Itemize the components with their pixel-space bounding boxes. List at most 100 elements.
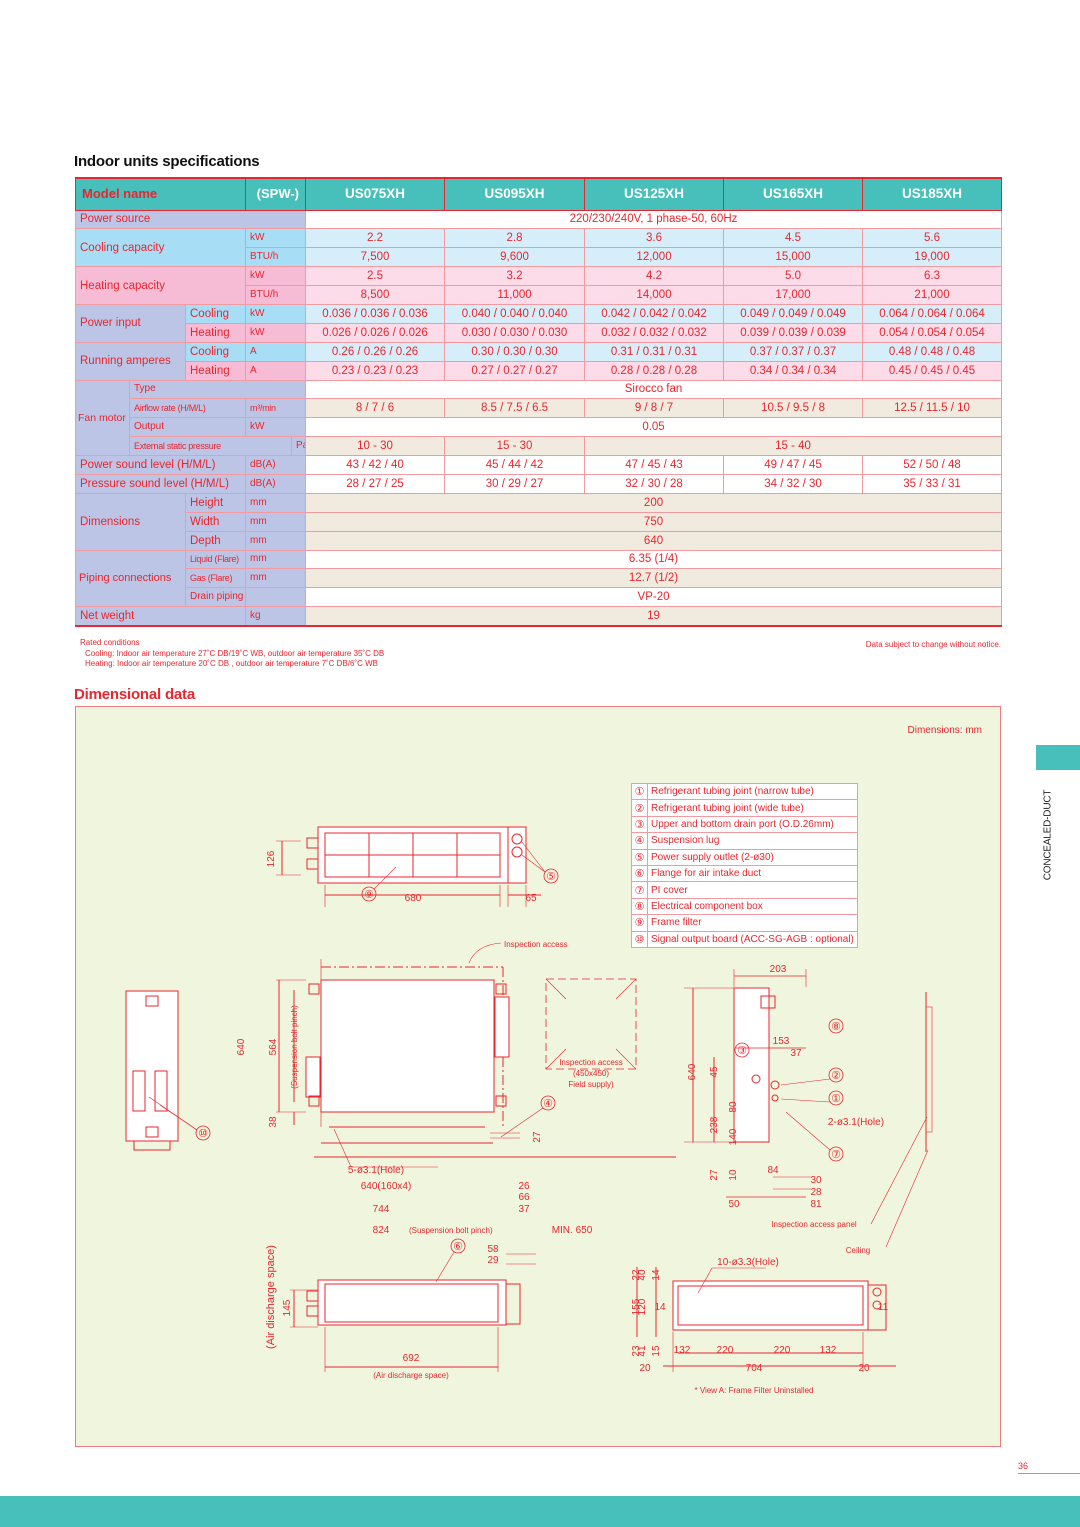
cell-value: 0.48 / 0.48 / 0.48: [862, 341, 1003, 362]
cell-value: 750: [305, 511, 1003, 532]
cell-value: 8.5 / 7.5 / 6.5: [444, 398, 586, 419]
model-header: US125XH: [584, 177, 725, 211]
cell-value: 200: [305, 492, 1003, 513]
legend-text: Frame filter: [647, 914, 858, 932]
cell-value: 14,000: [584, 285, 725, 305]
dim-label: 5-ø3.1(Hole): [348, 1165, 404, 1176]
legend-text: Electrical component box: [647, 897, 858, 916]
sub-label: Height: [184, 492, 247, 513]
legend-item: ⑦ PI cover: [631, 881, 858, 899]
notes-heating: Heating: Indoor air temperature 20˚C DB …: [85, 659, 379, 668]
cell-value: 0.31 / 0.31 / 0.31: [584, 341, 725, 362]
cell-value: 0.45 / 0.45 / 0.45: [862, 360, 1003, 381]
disclaimer: Data subject to change without notice.: [865, 640, 1001, 649]
cell-value: 0.042 / 0.042 / 0.042: [584, 303, 725, 324]
table-row-heating-kw: Heating capacity kW 2.5 3.2 4.2 5.0 6.3: [74, 266, 1003, 305]
legend-item: ⑤ Power supply outlet (2-ø30): [631, 848, 858, 866]
dim-label: 120: [637, 1298, 648, 1315]
legend-item: ④ Suspension lug: [631, 832, 858, 850]
cell-value: 0.23 / 0.23 / 0.23: [305, 360, 446, 381]
cell-value: 12,000: [584, 247, 725, 268]
sub-label: Liquid (Flare): [184, 549, 247, 570]
dim-label: 203: [770, 964, 787, 975]
dim-label: 20: [858, 1363, 870, 1374]
dim-label: 50: [728, 1199, 740, 1210]
dimensional-drawing-panel: Dimensions: mm 126 680 65 ⑨ ⑤ Inspection…: [75, 706, 1001, 1447]
dim-label: 37: [518, 1204, 530, 1215]
cell-value: VP-20: [305, 587, 1003, 608]
table-row-output: Output kW 0.05: [76, 417, 1003, 438]
dim-label: 640: [687, 1063, 698, 1080]
callout-9: ⑨: [364, 889, 374, 901]
footer-bar: [0, 1496, 1080, 1527]
cell-value: 9 / 8 / 7: [584, 398, 725, 419]
cell-value: 0.039 / 0.039 / 0.039: [723, 322, 864, 343]
legend-item: ⑥ Flange for air intake duct: [631, 864, 858, 883]
table-row-power-input-heating: Heating kW 0.026 / 0.026 / 0.026 0.030 /…: [76, 322, 1003, 343]
cell-value: 32 / 30 / 28: [584, 473, 725, 494]
unit-label: mm: [245, 530, 307, 551]
cell-value: 6.35 (1/4): [305, 549, 1003, 570]
cell-value: 640: [305, 530, 1003, 551]
dim-label: 27: [709, 1169, 720, 1181]
model-header: US095XH: [444, 177, 586, 211]
cell-value: 0.026 / 0.026 / 0.026: [305, 322, 446, 343]
row-label: Piping connections: [75, 549, 186, 608]
row-label: Heating capacity: [74, 266, 247, 305]
table-row-depth: Depth mm 640: [76, 530, 1003, 551]
legend-item: ③ Upper and bottom drain port (O.D.26mm): [631, 815, 858, 834]
dim-section-title: Dimensional data: [74, 686, 195, 703]
series-header: (SPW-): [245, 177, 307, 211]
dim-label: 14: [654, 1302, 666, 1313]
unit-label: kW: [245, 322, 307, 343]
mode-label: Cooling: [184, 341, 247, 362]
dim-label: Inspection access: [559, 1058, 623, 1067]
dim-label: 38: [268, 1116, 279, 1128]
cell-value: 34 / 32 / 30: [723, 473, 864, 494]
cell-value: 7,500: [305, 247, 446, 268]
model-header: US165XH: [723, 177, 864, 211]
table-row-power-sound: Power sound level (H/M/L) dB(A) 43 / 42 …: [74, 455, 1003, 475]
unit-label: mm: [245, 511, 307, 532]
right-view-drawing: [684, 969, 933, 1248]
cell-value: 12.7 (1/2): [305, 568, 1003, 589]
table-row-esp: External static pressure Pa 10 - 30 15 -…: [76, 436, 1003, 457]
mode-label: Cooling: [184, 303, 247, 324]
legend-text: Power supply outlet (2-ø30): [647, 848, 858, 866]
cell-value: 30 / 29 / 27: [444, 473, 586, 494]
model-header: US185XH: [862, 177, 1003, 211]
sub-label: Width: [184, 511, 247, 532]
legend-number: ⑧: [631, 897, 648, 916]
sub-label: Airflow rate (H/M/L): [128, 398, 247, 419]
cell-value: 49 / 47 / 45: [723, 455, 864, 475]
cell-value: 2.8: [444, 228, 586, 249]
legend-number: ⑨: [631, 914, 648, 932]
cell-value: 5.0: [723, 266, 864, 287]
cell-value: 15 - 40: [584, 436, 1003, 457]
legend-text: Refrigerant tubing joint (wide tube): [647, 799, 858, 817]
row-label: Pressure sound level (H/M/L): [74, 473, 247, 494]
cell-value: 0.05: [305, 417, 1003, 438]
row-label: Power source: [74, 209, 307, 230]
cell-value: 0.049 / 0.049 / 0.049: [723, 303, 864, 324]
sub-label: Depth: [184, 530, 247, 551]
unit-label: A: [245, 341, 307, 362]
dim-label: 41: [637, 1345, 648, 1357]
unit-label: kW: [245, 303, 307, 324]
cell-value: 2.5: [305, 266, 446, 287]
dim-label: 2-ø3.1(Hole): [828, 1117, 884, 1128]
cell-value: 10.5 / 9.5 / 8: [723, 398, 864, 419]
cell-value: 0.036 / 0.036 / 0.036: [305, 303, 446, 324]
dim-label: 29: [487, 1255, 499, 1266]
cell-value: 5.6: [862, 228, 1003, 249]
table-row-height: Dimensions Height mm 200: [75, 492, 1003, 551]
sub-label: Drain piping: [184, 587, 247, 608]
section-side-label: CONCEALED-DUCT: [1042, 789, 1054, 881]
unit-label: mm: [245, 568, 307, 589]
unit-label: kW: [245, 228, 307, 249]
cell-value: 0.28 / 0.28 / 0.28: [584, 360, 725, 381]
dim-label: 84: [767, 1165, 779, 1176]
cell-value: 10 - 30: [305, 436, 446, 457]
notes-cooling: Cooling: Indoor air temperature 27˚C DB/…: [85, 648, 385, 658]
dim-label: 704: [746, 1363, 763, 1374]
